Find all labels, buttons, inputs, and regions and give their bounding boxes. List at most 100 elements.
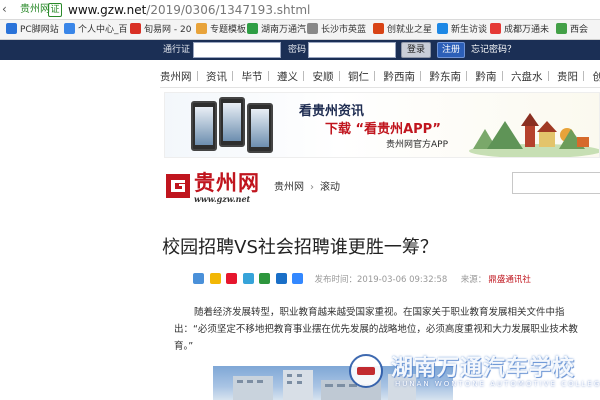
nav-item[interactable]: 黔东南 (430, 66, 462, 87)
nav-item[interactable]: 贵州网 (160, 66, 192, 87)
forgot-password-link[interactable]: 忘记密码？ (471, 43, 516, 57)
nav-item[interactable]: 六盘水 (511, 66, 543, 87)
renren-share-icon[interactable] (275, 273, 287, 284)
passport-input[interactable] (193, 42, 281, 58)
banner-subtext: 贵州网官方APP (386, 140, 449, 150)
channel-nav: 贵州网 资讯 毕节 遵义 安顺 铜仁 黔西南 黔东南 黔南 六盘水 贵阳 创业 (160, 66, 600, 88)
phone-mockup-image (191, 101, 217, 151)
bookmark-favicon-icon (373, 23, 384, 34)
banner-headline: 看贵州资讯 (299, 104, 365, 119)
nav-divider (420, 71, 421, 81)
nav-divider (338, 71, 340, 81)
bookmark-item[interactable]: 旬易网 - 20 (130, 22, 191, 38)
watermark-en: HUNAN WONTONE AUTOMOTIVE COLLEGE (395, 380, 600, 388)
nav-item[interactable]: 毕节 (242, 66, 263, 87)
phone-mockup-image (219, 97, 245, 147)
nav-divider (466, 71, 467, 81)
url-text[interactable]: www.gzw.net/2019/0306/1347193.shtml (68, 2, 310, 18)
certificate-badge[interactable]: 证 (48, 3, 62, 17)
publish-time: 2019-03-06 09:32:58 (357, 275, 448, 285)
publish-time-label: 发布时间： (314, 275, 358, 285)
bookmark-label: 湖南万通汽 (261, 25, 307, 35)
nav-item[interactable]: 黔西南 (384, 66, 416, 87)
nav-divider (501, 71, 503, 81)
app-download-banner[interactable]: 看贵州资讯 下载 “看贵州APP” 贵州网官方APP (164, 92, 600, 158)
register-button[interactable]: 注册 (437, 42, 465, 58)
nav-divider (196, 71, 198, 81)
nav-item[interactable]: 铜仁 (348, 66, 369, 87)
bookmark-favicon-icon (130, 23, 141, 34)
gzw-logo-icon[interactable] (164, 172, 192, 200)
tencent-weibo-share-icon[interactable] (242, 273, 254, 284)
site-label: 贵州网 (20, 4, 50, 15)
bookmark-label: 专题模板 (210, 25, 247, 35)
bookmark-item[interactable]: 新生访谈 (437, 22, 487, 38)
bookmark-label: 创就业之星 (387, 25, 433, 35)
breadcrumb-item[interactable]: 贵州网 (274, 182, 304, 193)
bookmark-label: 长沙市英蓝 (321, 25, 367, 35)
nav-item[interactable]: 创业 (593, 66, 600, 87)
nav-divider (232, 71, 233, 81)
login-button[interactable]: 登录 (401, 42, 431, 58)
source-name[interactable]: 鼎盛通讯社 (488, 275, 531, 285)
nav-item[interactable]: 安顺 (313, 66, 334, 87)
school-watermark: 湖南万通汽车学校 HUNAN WONTONE AUTOMOTIVE COLLEG… (349, 348, 600, 400)
breadcrumb: 贵州网 › 滚动 (274, 178, 340, 193)
bookmark-item[interactable]: 西会 (556, 22, 588, 38)
breadcrumb-item[interactable]: 滚动 (320, 182, 340, 193)
bookmark-label: 新生访谈 (451, 25, 488, 35)
logo-name[interactable]: 贵州网 (194, 171, 260, 195)
bookmark-item[interactable]: 个人中心_百 (64, 22, 128, 38)
bookmark-label: 西会 (570, 25, 589, 35)
bookmark-favicon-icon (556, 23, 567, 34)
article-title: 校园招聘VS社会招聘谁更胜一筹？ (162, 237, 438, 258)
back-icon[interactable]: ‹ (2, 1, 16, 17)
nav-item[interactable]: 遵义 (277, 66, 298, 87)
school-badge-icon (349, 354, 383, 388)
watermark-cn: 湖南万通汽车学校 (391, 356, 576, 381)
banner-download-text: 下载 “看贵州APP” (325, 122, 441, 137)
phone-mockup-image (247, 103, 273, 153)
logo-domain: www.gzw.net (194, 194, 251, 204)
nav-item[interactable]: 黔南 (476, 66, 497, 87)
url-host: www.gzw.net (68, 3, 147, 17)
bookmark-label: 旬易网 - 20 (144, 25, 192, 35)
bookmark-item[interactable]: 长沙市英蓝 (307, 22, 366, 38)
breadcrumb-separator-icon: › (310, 182, 314, 193)
bookmarks-bar: PC脚网站 个人中心_百 旬易网 - 20 专题模板 湖南万通汽 长沙市英蓝 创… (0, 20, 600, 40)
bookmark-favicon-icon (307, 23, 318, 34)
password-input[interactable] (308, 42, 396, 58)
bookmark-favicon-icon (6, 23, 17, 34)
weibo-share-icon[interactable] (226, 273, 237, 284)
landmark-illustration (469, 113, 599, 157)
password-label: 密码 (288, 45, 307, 55)
bookmark-item[interactable]: 成都万通未 (490, 22, 549, 38)
bookmark-favicon-icon (196, 23, 207, 34)
bookmark-favicon-icon (247, 23, 258, 34)
nav-divider (547, 71, 549, 81)
bookmark-item[interactable]: PC脚网站 (6, 22, 59, 38)
bookmark-item[interactable]: 创就业之星 (373, 22, 432, 38)
nav-divider (374, 71, 375, 81)
login-bar: 通行证 密码 登录 注册 忘记密码？ (0, 40, 600, 60)
plus-share-icon[interactable] (193, 273, 204, 284)
site-search-input[interactable] (512, 172, 600, 194)
qzone-share-icon[interactable] (209, 273, 221, 284)
passport-label: 通行证 (163, 45, 191, 55)
nav-item[interactable]: 资讯 (206, 66, 227, 87)
nav-item[interactable]: 贵阳 (557, 66, 578, 87)
article-meta: 发布时间：2019-03-06 09:32:58 来源： 鼎盛通讯社 (193, 272, 531, 288)
nav-divider (267, 71, 269, 81)
bookmark-label: 个人中心_百 (78, 25, 128, 35)
bookmark-item[interactable]: 专题模板 (196, 22, 246, 38)
baidu-share-icon[interactable] (292, 273, 303, 284)
bookmark-label: PC脚网站 (20, 25, 59, 35)
bookmark-favicon-icon (437, 23, 448, 34)
bookmark-item[interactable]: 湖南万通汽 (247, 22, 306, 38)
article-title-wrap: 校园招聘VS社会招聘谁更胜一筹？ (0, 236, 600, 260)
nav-divider (303, 71, 304, 81)
bookmark-label: 成都万通未 (504, 25, 550, 35)
address-bar[interactable]: ‹ 贵州网 证 www.gzw.net/2019/0306/1347193.sh… (0, 0, 600, 20)
douban-share-icon[interactable] (259, 273, 270, 284)
site-header: 贵州网 www.gzw.net 贵州网 › 滚动 (164, 164, 600, 206)
